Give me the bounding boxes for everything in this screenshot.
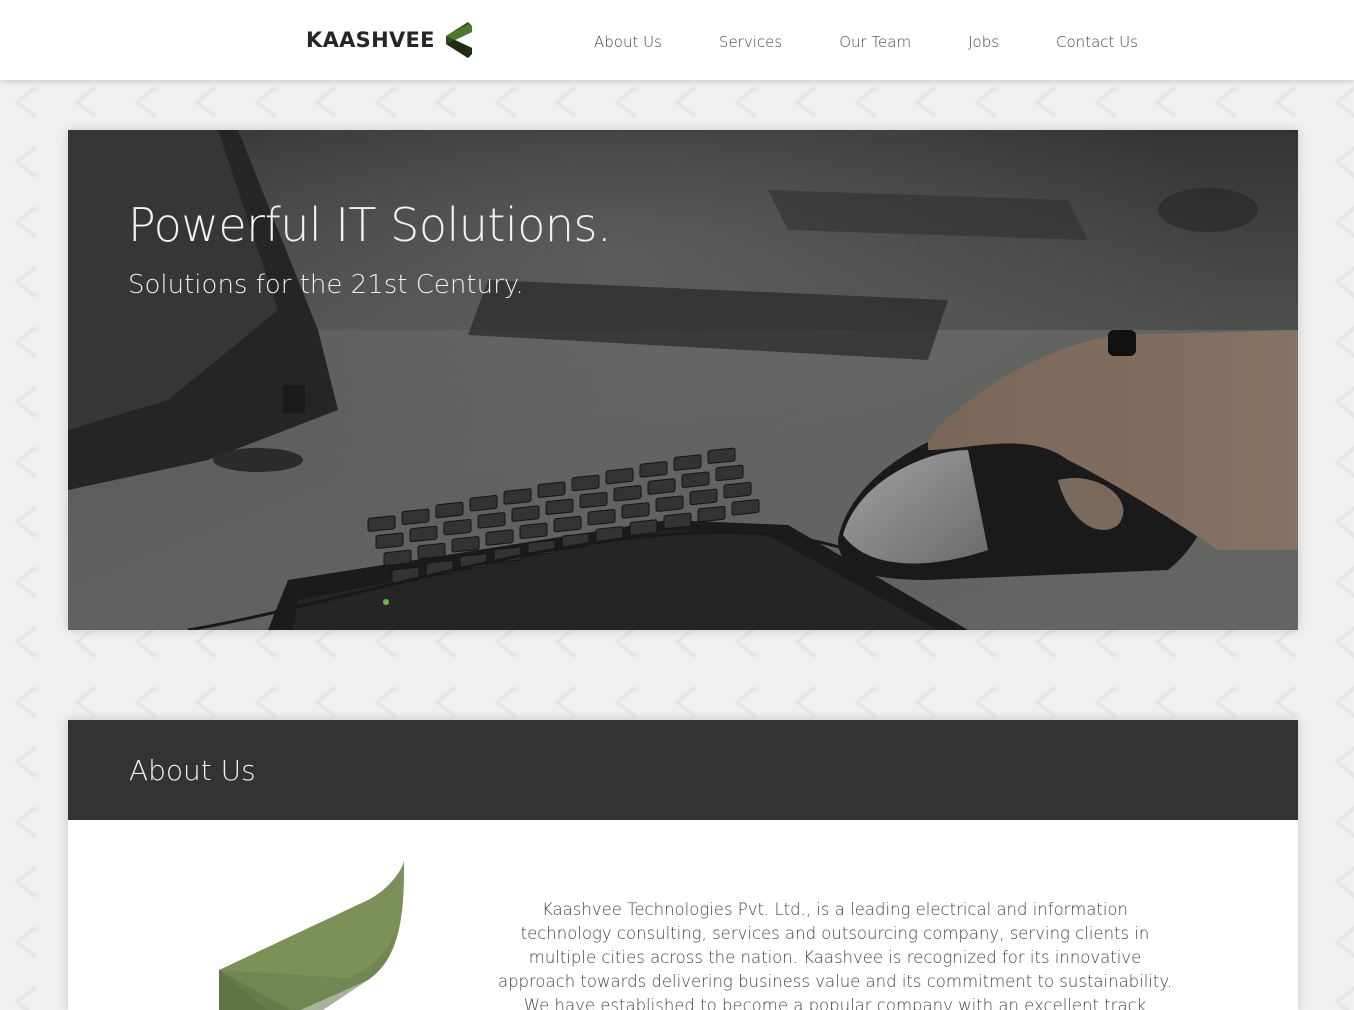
nav-our-team[interactable]: Our Team: [839, 30, 911, 54]
brand-logo[interactable]: KAASHVEE: [306, 20, 472, 60]
hero-banner: Powerful IT Solutions. Solutions for the…: [68, 130, 1298, 630]
nav-services[interactable]: Services: [719, 30, 782, 54]
main-navigation: About Us Services Our Team Jobs Contact …: [594, 30, 1138, 54]
about-title: About Us: [129, 754, 256, 787]
hero-subtitle: Solutions for the 21st Century.: [128, 270, 524, 300]
about-body: Kaashvee Technologies Pvt. Ltd., is a le…: [68, 820, 1298, 1010]
nav-about-us[interactable]: About Us: [594, 30, 662, 54]
brand-emblem-icon: [219, 860, 404, 1010]
nav-contact-us[interactable]: Contact Us: [1056, 30, 1138, 54]
about-section: About Us Kaashvee Technologies Pvt. Ltd.…: [68, 720, 1298, 1010]
site-header: KAASHVEE About Us Services Our Team Jobs…: [0, 0, 1354, 80]
nav-jobs[interactable]: Jobs: [968, 30, 999, 54]
kaashvee-logo-icon: [445, 22, 472, 58]
brand-name: KAASHVEE: [306, 28, 435, 52]
hero-title: Powerful IT Solutions.: [128, 198, 612, 252]
about-header-bar: About Us: [68, 720, 1298, 820]
about-description: Kaashvee Technologies Pvt. Ltd., is a le…: [497, 900, 1173, 1010]
